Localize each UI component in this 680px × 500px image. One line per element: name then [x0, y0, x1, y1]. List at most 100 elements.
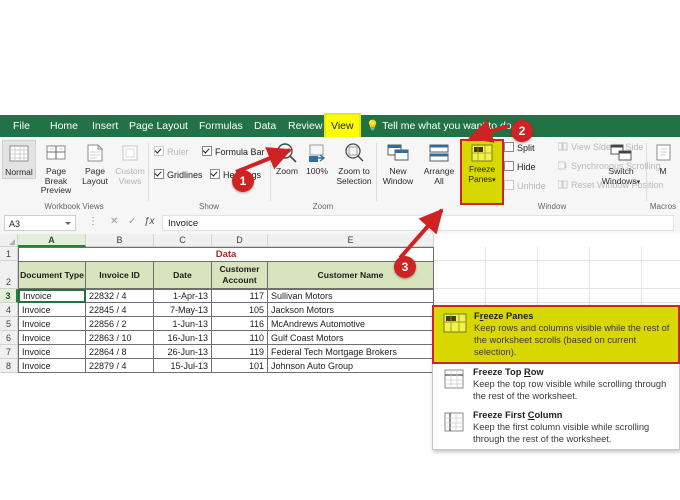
custom-views-button[interactable]: Custom Views — [112, 140, 148, 186]
cell-b2-header[interactable]: Invoice ID — [86, 261, 154, 289]
column-header-e[interactable]: E — [268, 234, 434, 247]
name-box[interactable]: A3 — [4, 215, 76, 231]
row-header-4[interactable]: 4 — [0, 303, 18, 317]
row-header-2[interactable]: 2 — [0, 261, 18, 289]
cell-e8[interactable]: Johnson Auto Group — [268, 359, 434, 373]
tab-view[interactable]: View — [324, 113, 361, 139]
check-hide[interactable]: Hide — [504, 161, 536, 172]
column-header-d[interactable]: D — [212, 234, 268, 247]
excel-window: File Home Insert Page Layout Formulas Da… — [0, 113, 680, 450]
zoom-100-label: 100% — [306, 166, 328, 176]
column-header-a[interactable]: A — [18, 234, 86, 247]
cell-b5[interactable]: 22856 / 2 — [86, 317, 154, 331]
cell-a7[interactable]: Invoice — [18, 345, 86, 359]
normal-view-button[interactable]: Normal — [2, 140, 36, 179]
cell-a8[interactable]: Invoice — [18, 359, 86, 373]
row-header-6[interactable]: 6 — [0, 331, 18, 345]
cell-c2-header[interactable]: Date — [154, 261, 212, 289]
check-gridlines[interactable]: Gridlines — [154, 169, 203, 180]
cell-d3[interactable]: 117 — [212, 289, 268, 303]
page-layout-button[interactable]: Page Layout — [78, 140, 112, 186]
freeze-panes-button[interactable]: Freeze Panes▾ — [460, 139, 504, 205]
check-formula-bar[interactable]: Formula Bar — [202, 146, 265, 157]
cell-a5[interactable]: Invoice — [18, 317, 86, 331]
cell-c4[interactable]: 7-May-13 — [154, 303, 212, 317]
menu-item-freeze-panes[interactable]: Freeze Panes Keep rows and columns visib… — [432, 305, 680, 364]
menu-item-freeze-first-column-title: Freeze First Column — [473, 410, 563, 420]
cell-a2-header[interactable]: Document Type — [18, 261, 86, 289]
annotation-marker-3: 3 — [394, 256, 416, 278]
cell-b8[interactable]: 22879 / 4 — [86, 359, 154, 373]
tab-home[interactable]: Home — [45, 115, 83, 137]
row-header-7[interactable]: 7 — [0, 345, 18, 359]
cell-a3[interactable]: Invoice — [18, 289, 86, 303]
column-header-b[interactable]: B — [86, 234, 154, 247]
row-header-1[interactable]: 1 — [0, 247, 18, 261]
cell-b3[interactable]: 22832 / 4 — [86, 289, 154, 303]
cell-a1-title[interactable]: Data — [18, 247, 434, 261]
cell-e5[interactable]: McAndrews Automotive — [268, 317, 434, 331]
select-all-corner[interactable] — [0, 234, 18, 247]
reset-window-position-icon — [557, 180, 568, 189]
cell-a6[interactable]: Invoice — [18, 331, 86, 345]
cell-c8[interactable]: 15-Jul-13 — [154, 359, 212, 373]
cell-d8[interactable]: 101 — [212, 359, 268, 373]
cell-e3[interactable]: Sullivan Motors — [268, 289, 434, 303]
formula-input[interactable]: Invoice — [162, 215, 674, 231]
freeze-panes-dropdown[interactable]: Freeze Panes Keep rows and columns visib… — [432, 305, 680, 450]
magnifier-icon — [272, 140, 302, 166]
insert-function-icon[interactable]: ƒx — [144, 216, 155, 227]
zoom-100-button[interactable]: 100% — [302, 140, 332, 177]
confirm-formula-icon[interactable]: ✓ — [128, 216, 136, 227]
check-split[interactable]: Split — [504, 142, 535, 153]
cell-e7[interactable]: Federal Tech Mortgage Brokers — [268, 345, 434, 359]
tab-insert[interactable]: Insert — [87, 115, 123, 137]
switch-windows-button[interactable]: Switch Windows▾ — [598, 140, 644, 187]
macros-button[interactable]: M — [648, 140, 678, 177]
zoom-to-selection-button[interactable]: Zoom to Selection — [332, 140, 376, 186]
tab-data[interactable]: Data — [249, 115, 281, 137]
check-unhide[interactable]: Unhide — [504, 180, 546, 191]
check-ruler[interactable]: Ruler — [154, 146, 189, 157]
freeze-panes-icon — [462, 141, 502, 165]
cell-d7[interactable]: 119 — [212, 345, 268, 359]
page-break-preview-button[interactable]: Page Break Preview — [34, 140, 78, 196]
name-box-caret-icon[interactable] — [65, 222, 71, 225]
row-header-8[interactable]: 8 — [0, 359, 18, 373]
formula-bar: A3 ⋮ ✕ ✓ ƒx Invoice — [0, 212, 680, 235]
freeze-panes-caret-icon[interactable]: ▾ — [492, 177, 496, 184]
row-header-3[interactable]: 3 — [0, 289, 18, 303]
menu-item-freeze-first-column[interactable]: Freeze First Column Keep the first colum… — [433, 406, 679, 449]
tell-me-box[interactable]: 💡 Tell me what you want to do... — [366, 115, 520, 137]
menu-item-freeze-top-row[interactable]: Freeze Top Row Keep the top row visible … — [433, 363, 679, 406]
zoom-button[interactable]: Zoom — [272, 140, 302, 177]
cell-d6[interactable]: 110 — [212, 331, 268, 345]
switch-windows-caret-icon[interactable]: ▾ — [637, 179, 641, 186]
tab-page-layout[interactable]: Page Layout — [124, 115, 193, 137]
tab-formulas[interactable]: Formulas — [194, 115, 248, 137]
cell-b7[interactable]: 22864 / 8 — [86, 345, 154, 359]
new-window-button[interactable]: New Window — [378, 140, 418, 186]
arrange-all-label-2: All — [434, 175, 444, 186]
cell-b6[interactable]: 22863 / 10 — [86, 331, 154, 345]
cell-e6[interactable]: Gulf Coast Motors — [268, 331, 434, 345]
cell-d2-header[interactable]: Customer Account — [212, 261, 268, 289]
cell-c3[interactable]: 1-Apr-13 — [154, 289, 212, 303]
arrange-all-button[interactable]: Arrange All — [418, 140, 460, 186]
cell-d4[interactable]: 105 — [212, 303, 268, 317]
row-header-5[interactable]: 5 — [0, 317, 18, 331]
cell-c5[interactable]: 1-Jun-13 — [154, 317, 212, 331]
cell-b4[interactable]: 22845 / 4 — [86, 303, 154, 317]
ribbon-tab-bar: File Home Insert Page Layout Formulas Da… — [0, 113, 680, 139]
tab-review[interactable]: Review — [283, 115, 327, 137]
cancel-formula-icon[interactable]: ✕ — [110, 216, 118, 227]
freeze-panes-label-1: Freeze — [468, 164, 496, 174]
tab-file[interactable]: File — [8, 115, 35, 137]
cell-c6[interactable]: 16-Jun-13 — [154, 331, 212, 345]
cell-d5[interactable]: 116 — [212, 317, 268, 331]
cell-e4[interactable]: Jackson Motors — [268, 303, 434, 317]
cell-c7[interactable]: 26-Jun-13 — [154, 345, 212, 359]
formula-bar-more-icon[interactable]: ⋮ — [88, 216, 98, 227]
cell-a4[interactable]: Invoice — [18, 303, 86, 317]
column-header-c[interactable]: C — [154, 234, 212, 247]
